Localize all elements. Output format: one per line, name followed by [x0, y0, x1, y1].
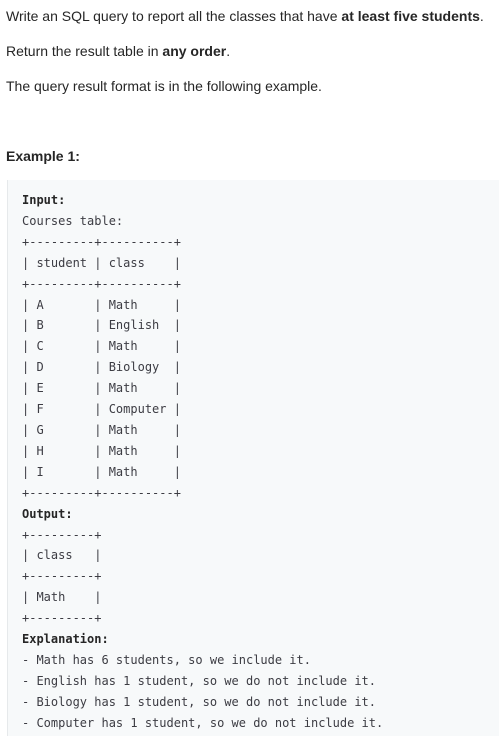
explanation-line: - Math has 6 students, so we include it. — [22, 652, 311, 667]
input-label: Input: — [22, 193, 66, 207]
output-table-border-top: +---------+ — [22, 527, 102, 542]
explanation-label: Explanation: — [22, 632, 109, 647]
example-heading: Example 1: — [6, 148, 80, 164]
input-table-row: | B | English | — [22, 318, 181, 333]
example-code: Input: Courses table: +---------+-------… — [22, 190, 383, 734]
explanation-line: - Computer has 1 student, so we do not i… — [22, 715, 384, 730]
input-table-row: | D | Biology | — [22, 360, 181, 375]
task-statement-text: Write an SQL query to report all the cla… — [6, 8, 342, 24]
input-table-row: | C | Math | — [22, 339, 181, 354]
input-table-row: | G | Math | — [22, 422, 181, 437]
input-table-row: | I | Math | — [22, 464, 181, 479]
output-table-border-bottom: +---------+ — [22, 611, 102, 626]
table-name: Courses table: — [22, 213, 124, 228]
example-code-block: Input: Courses table: +---------+-------… — [7, 180, 499, 736]
output-label: Output: — [22, 506, 73, 521]
order-statement: Return the result table in any order. — [0, 40, 230, 62]
task-statement-end: . — [479, 8, 484, 24]
input-table-border-top: +---------+----------+ — [22, 234, 181, 249]
input-table-row: | F | Computer | — [22, 402, 181, 417]
format-statement: The query result format is in the follow… — [6, 78, 322, 94]
order-statement-emphasis: any order — [162, 43, 227, 59]
input-table-row: | E | Math | — [22, 381, 181, 396]
input-table-border-bottom: +---------+----------+ — [22, 485, 181, 500]
input-table-row: | H | Math | — [22, 443, 181, 458]
input-table-border-mid: +---------+----------+ — [22, 276, 181, 291]
output-table-row: | Math | — [22, 590, 102, 605]
order-statement-text: Return the result table in — [6, 43, 163, 59]
output-table-header: | class | — [22, 548, 102, 563]
input-table-row: | A | Math | — [22, 297, 181, 312]
task-statement-emphasis: at least five students — [341, 8, 480, 24]
input-table-header: | student | class | — [22, 255, 181, 270]
output-table-border-mid: +---------+ — [22, 569, 102, 584]
explanation-line: - Biology has 1 student, so we do not in… — [22, 694, 377, 709]
explanation-line: - English has 1 student, so we do not in… — [22, 673, 377, 688]
task-statement: Write an SQL query to report all the cla… — [0, 5, 484, 27]
order-statement-end: . — [226, 43, 231, 59]
